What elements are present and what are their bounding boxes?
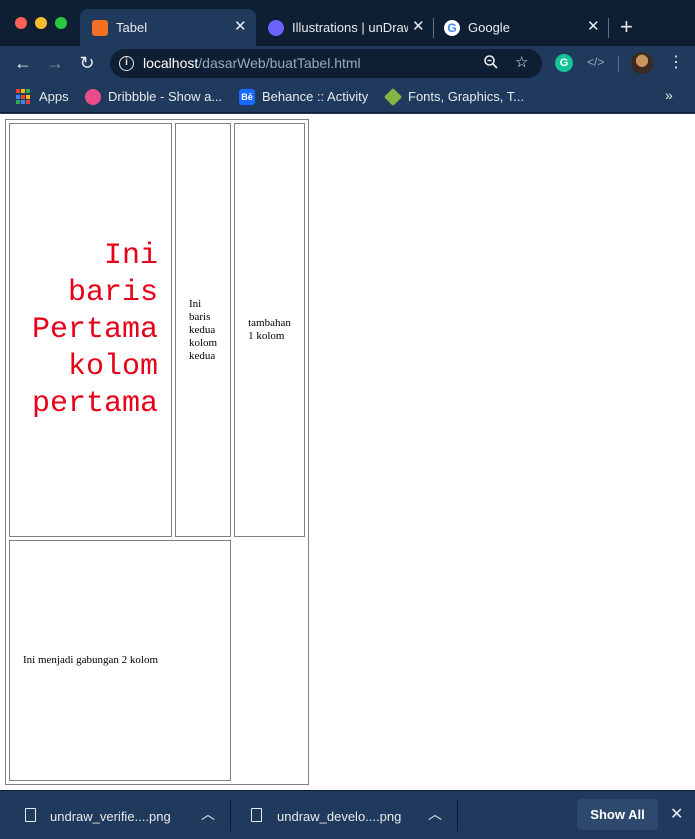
forward-arrow-icon[interactable]: → xyxy=(44,52,66,74)
tab-divider xyxy=(608,18,609,38)
download-divider xyxy=(457,799,458,831)
tab-title: Tabel xyxy=(116,20,148,35)
dribbble-icon xyxy=(85,89,101,105)
new-tab-icon[interactable]: + xyxy=(620,16,633,38)
chevron-up-icon[interactable]: ︿ xyxy=(428,804,442,824)
tab-undraw[interactable]: Illustrations | unDraw ✕ xyxy=(258,9,434,46)
url-text[interactable]: localhost/dasarWeb/buatTabel.html xyxy=(143,55,361,71)
table-row: Ini baris Pertama kolom pertama Ini bari… xyxy=(9,123,305,537)
more-menu-icon[interactable]: ⋮ xyxy=(668,52,684,74)
bookmarks-bar: Apps Dribbble - Show a... Bē Behance :: … xyxy=(0,82,695,113)
bookmark-star-icon[interactable]: ☆ xyxy=(515,54,528,72)
tab-google[interactable]: G Google ✕ xyxy=(434,9,610,46)
undraw-icon xyxy=(268,20,284,36)
bookmark-fonts[interactable]: Fonts, Graphics, T... xyxy=(383,87,530,107)
behance-icon: Bē xyxy=(239,89,255,105)
close-tab-icon[interactable]: ✕ xyxy=(412,18,425,36)
back-arrow-icon[interactable]: ← xyxy=(12,52,34,74)
bookmark-dribbble[interactable]: Dribbble - Show a... xyxy=(85,88,225,106)
table-cell-merged: Ini menjadi gabungan 2 kolom xyxy=(9,540,232,781)
close-icon[interactable]: ✕ xyxy=(670,804,683,824)
table-row: Ini menjadi gabungan 2 kolom xyxy=(9,540,305,781)
download-filename: undraw_develo....png xyxy=(277,809,402,824)
reload-icon[interactable]: ↻ xyxy=(76,52,98,74)
tag-icon xyxy=(383,87,403,107)
toolbar-divider xyxy=(618,56,619,72)
zoom-icon[interactable] xyxy=(483,54,499,75)
avatar[interactable] xyxy=(631,52,653,74)
download-item[interactable]: undraw_develo....png ︿ xyxy=(231,791,457,839)
maximize-window-button[interactable] xyxy=(55,17,67,29)
title-bar: Tabel ✕ Illustrations | unDraw ✕ G Googl… xyxy=(0,0,695,46)
address-bar[interactable]: i localhost/dasarWeb/buatTabel.html ☆ xyxy=(110,49,542,78)
bookmark-apps[interactable]: Apps xyxy=(16,88,76,106)
tab-title: Illustrations | unDraw xyxy=(292,20,408,35)
file-icon xyxy=(25,808,36,822)
apps-grid-icon xyxy=(16,89,32,105)
downloads-bar: undraw_verifie....png ︿ undraw_develo...… xyxy=(0,790,695,839)
toolbar: ← → ↻ i localhost/dasarWeb/buatTabel.htm… xyxy=(0,46,695,82)
bookmarks-overflow-icon[interactable]: » xyxy=(665,87,673,103)
tab-tabel[interactable]: Tabel ✕ xyxy=(80,9,256,46)
code-extension-icon[interactable]: </> xyxy=(587,55,605,73)
download-filename: undraw_verifie....png xyxy=(50,809,171,824)
minimize-window-button[interactable] xyxy=(35,17,47,29)
info-icon[interactable]: i xyxy=(119,56,134,71)
close-tab-icon[interactable]: ✕ xyxy=(587,18,600,36)
show-all-button[interactable]: Show All xyxy=(577,799,658,830)
demo-table: Ini baris Pertama kolom pertama Ini bari… xyxy=(5,119,309,785)
download-item[interactable]: undraw_verifie....png ︿ xyxy=(0,791,230,839)
table-cell-2: Ini baris kedua kolom kedua xyxy=(175,123,232,537)
page-content: Ini baris Pertama kolom pertama Ini bari… xyxy=(0,114,695,790)
table-cell-empty xyxy=(234,540,305,781)
close-window-button[interactable] xyxy=(15,17,27,29)
table-cell-1: Ini baris Pertama kolom pertama xyxy=(9,123,172,537)
close-tab-icon[interactable]: ✕ xyxy=(234,18,247,36)
bookmark-behance[interactable]: Bē Behance :: Activity xyxy=(239,88,374,106)
file-icon xyxy=(251,808,262,822)
xampp-icon xyxy=(92,20,108,36)
chevron-up-icon[interactable]: ︿ xyxy=(201,804,215,824)
tab-title: Google xyxy=(468,20,510,35)
grammarly-icon[interactable]: G xyxy=(555,54,573,72)
table-cell-3: tambahan 1 kolom xyxy=(234,123,305,537)
google-icon: G xyxy=(444,20,460,36)
